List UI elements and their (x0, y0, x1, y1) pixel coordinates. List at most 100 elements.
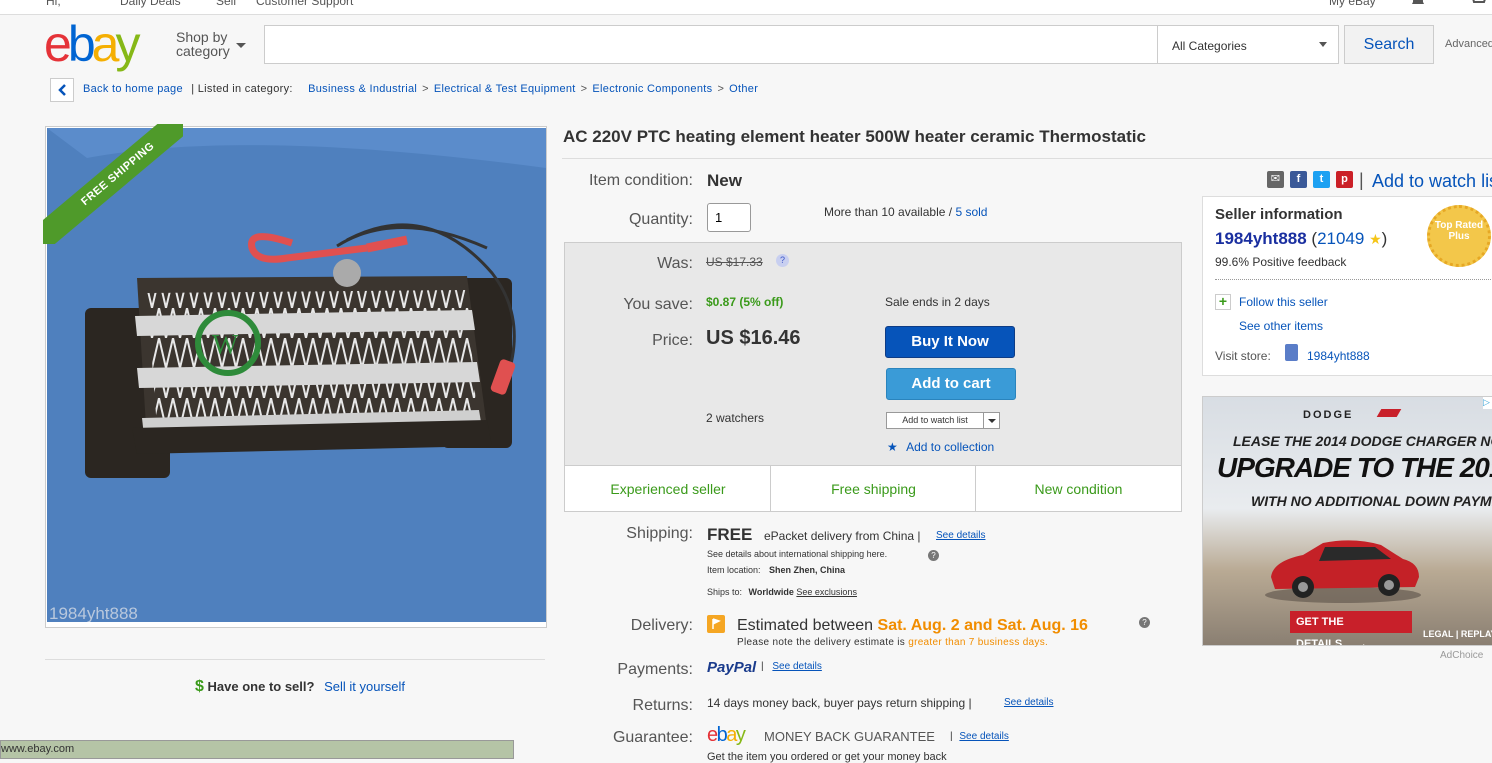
price-label: Price: (652, 332, 693, 349)
ships-to-value: Worldwide (748, 587, 794, 597)
ad-headline: LEASE THE 2014 DODGE CHARGER NOW (1233, 433, 1492, 449)
was-label: Was: (657, 255, 693, 272)
see-other-items-link[interactable]: See other items (1239, 319, 1323, 333)
quantity-label: Quantity: (628, 211, 693, 228)
pinterest-icon[interactable]: p (1336, 171, 1353, 188)
greeting-link[interactable]: Hi, (46, 0, 61, 8)
see-exclusions-link[interactable]: See exclusions (796, 587, 857, 597)
product-image-frame[interactable]: W 1984yht888 FREE SHIPPING (43, 124, 547, 628)
savings-amount: $0.87 (5% off) (706, 295, 784, 309)
add-to-watch-list-button[interactable]: Add to watch list (886, 412, 984, 429)
my-ebay-link[interactable]: My eBay (1329, 0, 1376, 8)
facebook-icon[interactable]: f (1290, 171, 1307, 188)
seller-name-link[interactable]: 1984yht888 (1215, 229, 1307, 248)
guarantee-ebay-logo: ebay (707, 724, 746, 746)
email-icon[interactable]: ✉ (1267, 171, 1284, 188)
plus-icon[interactable]: + (1215, 294, 1231, 310)
breadcrumb-item-components[interactable]: Electronic Components (592, 83, 712, 95)
shipping-free: FREE (707, 525, 753, 544)
add-to-cart-button[interactable]: Add to cart (886, 368, 1016, 400)
arrow-right-icon: → (1356, 638, 1368, 646)
delivery-estimate: Estimated between Sat. Aug. 2 and Sat. A… (737, 617, 1088, 635)
delivery-label: Delivery: (630, 617, 693, 634)
item-location-value: Shen Zhen, China (769, 565, 846, 575)
ships-to-label: Ships to: (707, 587, 743, 597)
feature-strip: Experienced seller Free shipping New con… (565, 465, 1181, 512)
status-url: www.ebay.com (1, 743, 75, 755)
dollar-icon: $ (195, 678, 204, 695)
guarantee-see-details-link[interactable]: See details (959, 731, 1008, 742)
ribbon-label: FREE SHIPPING (43, 124, 183, 244)
store-link[interactable]: 1984yht888 (1307, 349, 1370, 363)
you-save-label: You save: (623, 296, 693, 313)
chevron-down-icon (1319, 42, 1327, 47)
add-to-watch-list-link[interactable]: Add to watch list (1372, 171, 1492, 192)
star-icon: ★ (887, 440, 898, 454)
divider (1215, 279, 1492, 280)
listed-in-label: | Listed in category: (191, 83, 293, 95)
ebay-logo[interactable]: ebay (44, 19, 164, 69)
divider: | (1359, 170, 1364, 190)
sell-link[interactable]: Sell (216, 0, 236, 8)
item-location-label: Item location: (707, 565, 761, 575)
ad-legal-links[interactable]: LEGAL | REPLAY (1423, 629, 1492, 639)
sell-it-yourself-link[interactable]: Sell it yourself (324, 679, 405, 694)
advanced-search-link[interactable]: Advanced (1445, 38, 1492, 50)
sell-promo: $ Have one to sell? Sell it yourself (195, 678, 405, 696)
free-shipping-ribbon: FREE SHIPPING (43, 124, 183, 244)
help-icon[interactable]: ? (776, 254, 789, 267)
help-icon[interactable]: ? (1139, 617, 1150, 628)
daily-deals-link[interactable]: Daily Deals (120, 0, 181, 8)
back-to-home-link[interactable]: Back to home page (83, 83, 183, 95)
shipping-label: Shipping: (626, 525, 693, 542)
breadcrumb-item-business[interactable]: Business & Industrial (308, 83, 417, 95)
positive-feedback: 99.6% Positive feedback (1215, 255, 1347, 269)
dodge-stripes-icon (1376, 409, 1402, 417)
shop-by-category-button[interactable]: Shop by category (176, 30, 230, 58)
add-to-collection[interactable]: ★ Add to collection (887, 440, 994, 454)
payments-details: | See details (761, 661, 822, 672)
chevron-down-icon (236, 43, 246, 48)
seller-name-line: 1984yht888 (21049 ★) (1215, 229, 1388, 248)
returns-see-details-link[interactable]: See details (1004, 697, 1053, 708)
twitter-icon[interactable]: t (1313, 171, 1330, 188)
seller-info-box: Seller information 1984yht888 (21049 ★) … (1202, 196, 1492, 376)
was-price: US $17.33 (706, 255, 763, 269)
seller-info-heading: Seller information (1215, 206, 1343, 223)
back-button[interactable] (50, 78, 74, 102)
payments-see-details-link[interactable]: See details (772, 661, 821, 672)
feedback-score-link[interactable]: 21049 (1317, 229, 1364, 248)
shipping-method: ePacket delivery from China | (764, 529, 921, 543)
ships-to: Ships to: Worldwide See exclusions (707, 587, 857, 597)
condition-label: Item condition: (588, 172, 693, 189)
sold-link[interactable]: 5 sold (955, 205, 987, 219)
quantity-input[interactable] (707, 203, 751, 232)
buy-it-now-button[interactable]: Buy It Now (885, 326, 1015, 358)
search-button[interactable]: Search (1344, 25, 1434, 64)
breadcrumb-item-electrical[interactable]: Electrical & Test Equipment (434, 83, 576, 95)
customer-support-link[interactable]: Customer Support (256, 0, 353, 8)
guarantee-label: Guarantee: (612, 729, 693, 746)
adchoices-icon[interactable]: ▷ (1483, 397, 1492, 409)
search-input[interactable] (264, 25, 1158, 64)
watch-list-dropdown[interactable] (983, 412, 1000, 429)
intl-shipping-note: See details about international shipping… (707, 549, 888, 559)
breadcrumb-item-other[interactable]: Other (729, 83, 758, 95)
top-rated-badge: Top Rated Plus (1427, 205, 1491, 267)
add-to-collection-link[interactable]: Add to collection (906, 440, 994, 454)
star-icon: ★ (1369, 231, 1382, 247)
follow-seller-link[interactable]: Follow this seller (1239, 295, 1328, 309)
visit-store-label: Visit store: (1215, 349, 1271, 363)
browser-status-bar: www.ebay.com (0, 740, 514, 759)
condition-value: New (707, 171, 742, 190)
help-icon[interactable]: ? (928, 550, 939, 561)
shipping-see-details-link[interactable]: See details (936, 530, 985, 541)
cart-icon[interactable] (1468, 0, 1488, 9)
bell-icon[interactable] (1410, 0, 1426, 9)
category-select[interactable]: All Categories (1157, 25, 1339, 64)
advertisement[interactable]: DODGE LEASE THE 2014 DODGE CHARGER NOW U… (1202, 396, 1492, 646)
adchoice-link[interactable]: AdChoice (1440, 650, 1483, 661)
feature-new-condition: New condition (1034, 481, 1123, 497)
ad-cta-button[interactable]: GET THE DETAILS → (1290, 611, 1412, 645)
ad-cta-label: GET THE DETAILS (1296, 616, 1344, 646)
